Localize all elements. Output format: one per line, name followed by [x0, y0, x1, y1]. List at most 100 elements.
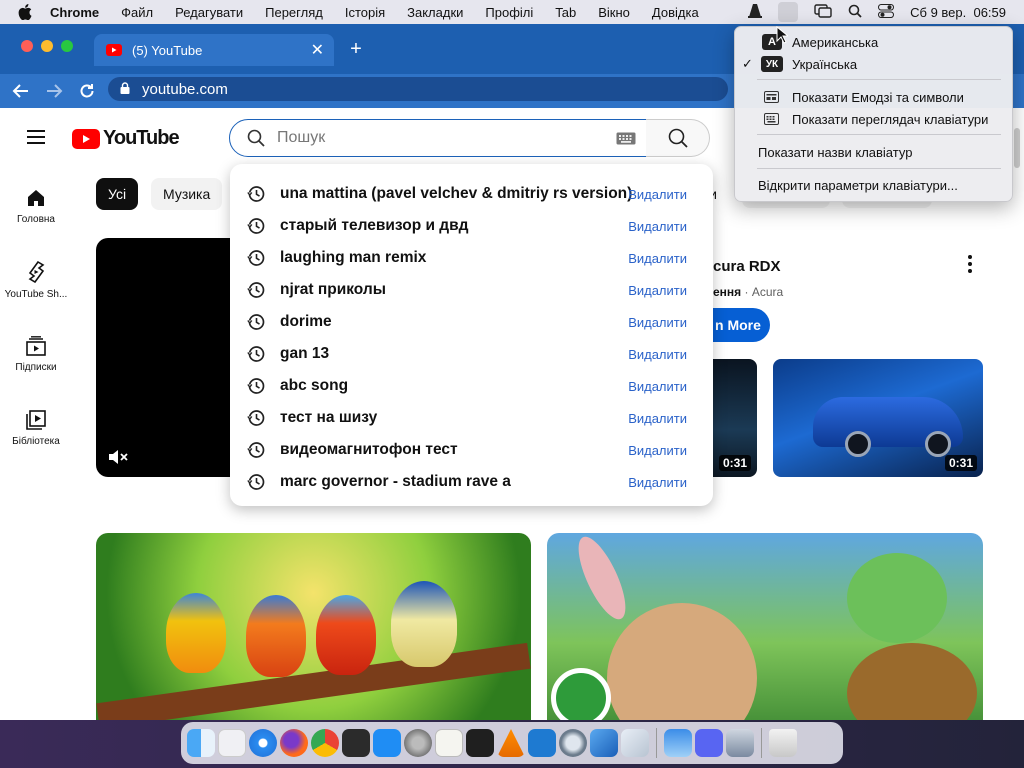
- window-zoom-button[interactable]: [61, 40, 73, 52]
- menu-help[interactable]: Довідка: [652, 5, 699, 20]
- suggestion-remove-link[interactable]: Видалити: [628, 283, 687, 298]
- window-close-button[interactable]: [21, 40, 33, 52]
- menubar-clock[interactable]: Сб 9 вер. 06:59: [910, 5, 1006, 20]
- system-settings-icon[interactable]: [404, 729, 432, 757]
- app-store-icon[interactable]: [373, 729, 401, 757]
- chip-music[interactable]: Музика: [151, 178, 223, 210]
- menu-view[interactable]: Перегляд: [265, 5, 323, 20]
- launchpad-icon[interactable]: [218, 729, 246, 757]
- suggestion-row[interactable]: njrat приколы Видалити: [230, 274, 713, 306]
- weather-icon[interactable]: [664, 729, 692, 757]
- window-minimize-button[interactable]: [41, 40, 53, 52]
- suggestion-remove-link[interactable]: Видалити: [628, 443, 687, 458]
- menu-file[interactable]: Файл: [121, 5, 153, 20]
- menu-profiles[interactable]: Профілі: [485, 5, 533, 20]
- page-scrollbar[interactable]: [1014, 128, 1020, 168]
- car-wheel-front: [845, 431, 871, 457]
- suggestion-remove-link[interactable]: Видалити: [628, 315, 687, 330]
- input-source-icon[interactable]: [778, 2, 799, 22]
- more-options-icon[interactable]: [965, 254, 975, 279]
- ad-video-player[interactable]: [96, 238, 236, 477]
- sidebar-item-label: YouTube Sh...: [4, 289, 68, 300]
- youtube-logo[interactable]: YouTube: [72, 127, 180, 150]
- chrome-icon[interactable]: [311, 729, 339, 757]
- suggestion-row[interactable]: тест на шизу Видалити: [230, 402, 713, 434]
- terminal-icon[interactable]: [466, 729, 494, 757]
- menu-edit[interactable]: Редагувати: [175, 5, 243, 20]
- suggestion-text: gan 13: [280, 345, 330, 362]
- chip-all[interactable]: Усі: [96, 178, 139, 210]
- apple-menu-icon[interactable]: [0, 4, 50, 20]
- suggestion-row[interactable]: una mattina (pavel velchev & dmitriy rs …: [230, 178, 713, 210]
- sidebar-item-subscriptions[interactable]: Підписки: [0, 336, 72, 373]
- muted-speaker-icon[interactable]: [108, 448, 128, 471]
- suggestion-text: una mattina (pavel velchev & dmitriy rs …: [280, 185, 633, 202]
- ad-sponsor-line: ення · Acura: [713, 285, 783, 299]
- bunny-ear-image: [569, 533, 635, 626]
- notes-icon[interactable]: [435, 729, 463, 757]
- sidebar-item-home[interactable]: Головна: [0, 188, 72, 225]
- new-tab-plus-icon[interactable]: +: [346, 38, 366, 61]
- suggestion-remove-link[interactable]: Видалити: [628, 411, 687, 426]
- ad-title[interactable]: cura RDX: [713, 258, 781, 275]
- address-bar[interactable]: youtube.com: [108, 77, 728, 101]
- browser-tab-youtube[interactable]: (5) YouTube ✕: [94, 34, 334, 66]
- menu-item-label: Відкрити параметри клавіатури...: [758, 177, 958, 193]
- downloads-stack-icon[interactable]: [726, 729, 754, 757]
- video-thumbnail-birds[interactable]: [96, 533, 531, 720]
- suggestion-row[interactable]: старый телевизор и двд Видалити: [230, 210, 713, 242]
- suggestion-remove-link[interactable]: Видалити: [628, 219, 687, 234]
- menu-app-chrome[interactable]: Chrome: [50, 5, 99, 20]
- menu-item-keyboard-settings[interactable]: Відкрити параметри клавіатури...: [735, 174, 1014, 196]
- quicktime-icon[interactable]: [559, 729, 587, 757]
- bird-red-image: [316, 595, 376, 675]
- safari-icon[interactable]: [249, 729, 277, 757]
- tab-close-icon[interactable]: ✕: [311, 40, 324, 60]
- firefox-icon[interactable]: [280, 729, 308, 757]
- trash-icon[interactable]: [769, 729, 797, 757]
- menu-tab[interactable]: Tab: [555, 5, 576, 20]
- suggestion-remove-link[interactable]: Видалити: [628, 379, 687, 394]
- control-center-icon[interactable]: [878, 3, 895, 21]
- hamburger-menu-icon[interactable]: [27, 129, 47, 150]
- vscode-icon[interactable]: [528, 729, 556, 757]
- bunny-image: [607, 603, 757, 720]
- reload-icon[interactable]: [78, 82, 96, 105]
- menu-window[interactable]: Вікно: [598, 5, 630, 20]
- menu-item-keyboard-viewer[interactable]: Показати переглядач клавіатури: [735, 108, 1014, 130]
- menu-bookmarks[interactable]: Закладки: [407, 5, 463, 20]
- suggestion-remove-link[interactable]: Видалити: [628, 475, 687, 490]
- suggestion-remove-link[interactable]: Видалити: [628, 347, 687, 362]
- garageband-icon[interactable]: [342, 729, 370, 757]
- input-source-ukrainian[interactable]: ✓ УК Українська: [735, 53, 1014, 75]
- finder-icon[interactable]: [187, 729, 215, 757]
- menu-item-emoji[interactable]: Показати Емодзі та символи: [735, 86, 1014, 108]
- sidebar-item-shorts[interactable]: YouTube Sh...: [0, 261, 72, 300]
- discord-icon[interactable]: [695, 729, 723, 757]
- ad-thumbnail-2[interactable]: 0:31: [773, 359, 983, 477]
- vlc-status-icon[interactable]: [748, 3, 763, 22]
- xcode-icon[interactable]: [590, 729, 618, 757]
- screen-mirroring-icon[interactable]: [814, 3, 832, 21]
- suggestion-row[interactable]: видеомагнитофон тест Видалити: [230, 434, 713, 466]
- suggestion-row[interactable]: dorime Видалити: [230, 306, 713, 338]
- suggestion-row[interactable]: laughing man remix Видалити: [230, 242, 713, 274]
- suggestion-row[interactable]: marc governor - stadium rave a Видалити: [230, 466, 713, 498]
- suggestion-row[interactable]: gan 13 Видалити: [230, 338, 713, 370]
- suggestion-row[interactable]: abc song Видалити: [230, 370, 713, 402]
- keyboard-icon[interactable]: [616, 132, 636, 150]
- menu-item-show-keyboard-names[interactable]: Показати назви клавіатур: [735, 141, 1014, 163]
- suggestion-remove-link[interactable]: Видалити: [628, 187, 687, 202]
- video-thumbnail-cartoon[interactable]: [547, 533, 983, 720]
- sidebar-item-library[interactable]: Бібліотека: [0, 410, 72, 447]
- forward-arrow-icon[interactable]: [45, 82, 63, 105]
- suggestion-remove-link[interactable]: Видалити: [628, 251, 687, 266]
- vlc-icon[interactable]: [497, 729, 525, 757]
- back-arrow-icon[interactable]: [12, 82, 30, 105]
- menu-history[interactable]: Історія: [345, 5, 385, 20]
- history-icon: [247, 185, 265, 208]
- preview-icon[interactable]: [621, 729, 649, 757]
- search-button[interactable]: [646, 119, 710, 157]
- search-input[interactable]: Пошук: [229, 119, 647, 157]
- spotlight-search-icon[interactable]: [848, 4, 862, 21]
